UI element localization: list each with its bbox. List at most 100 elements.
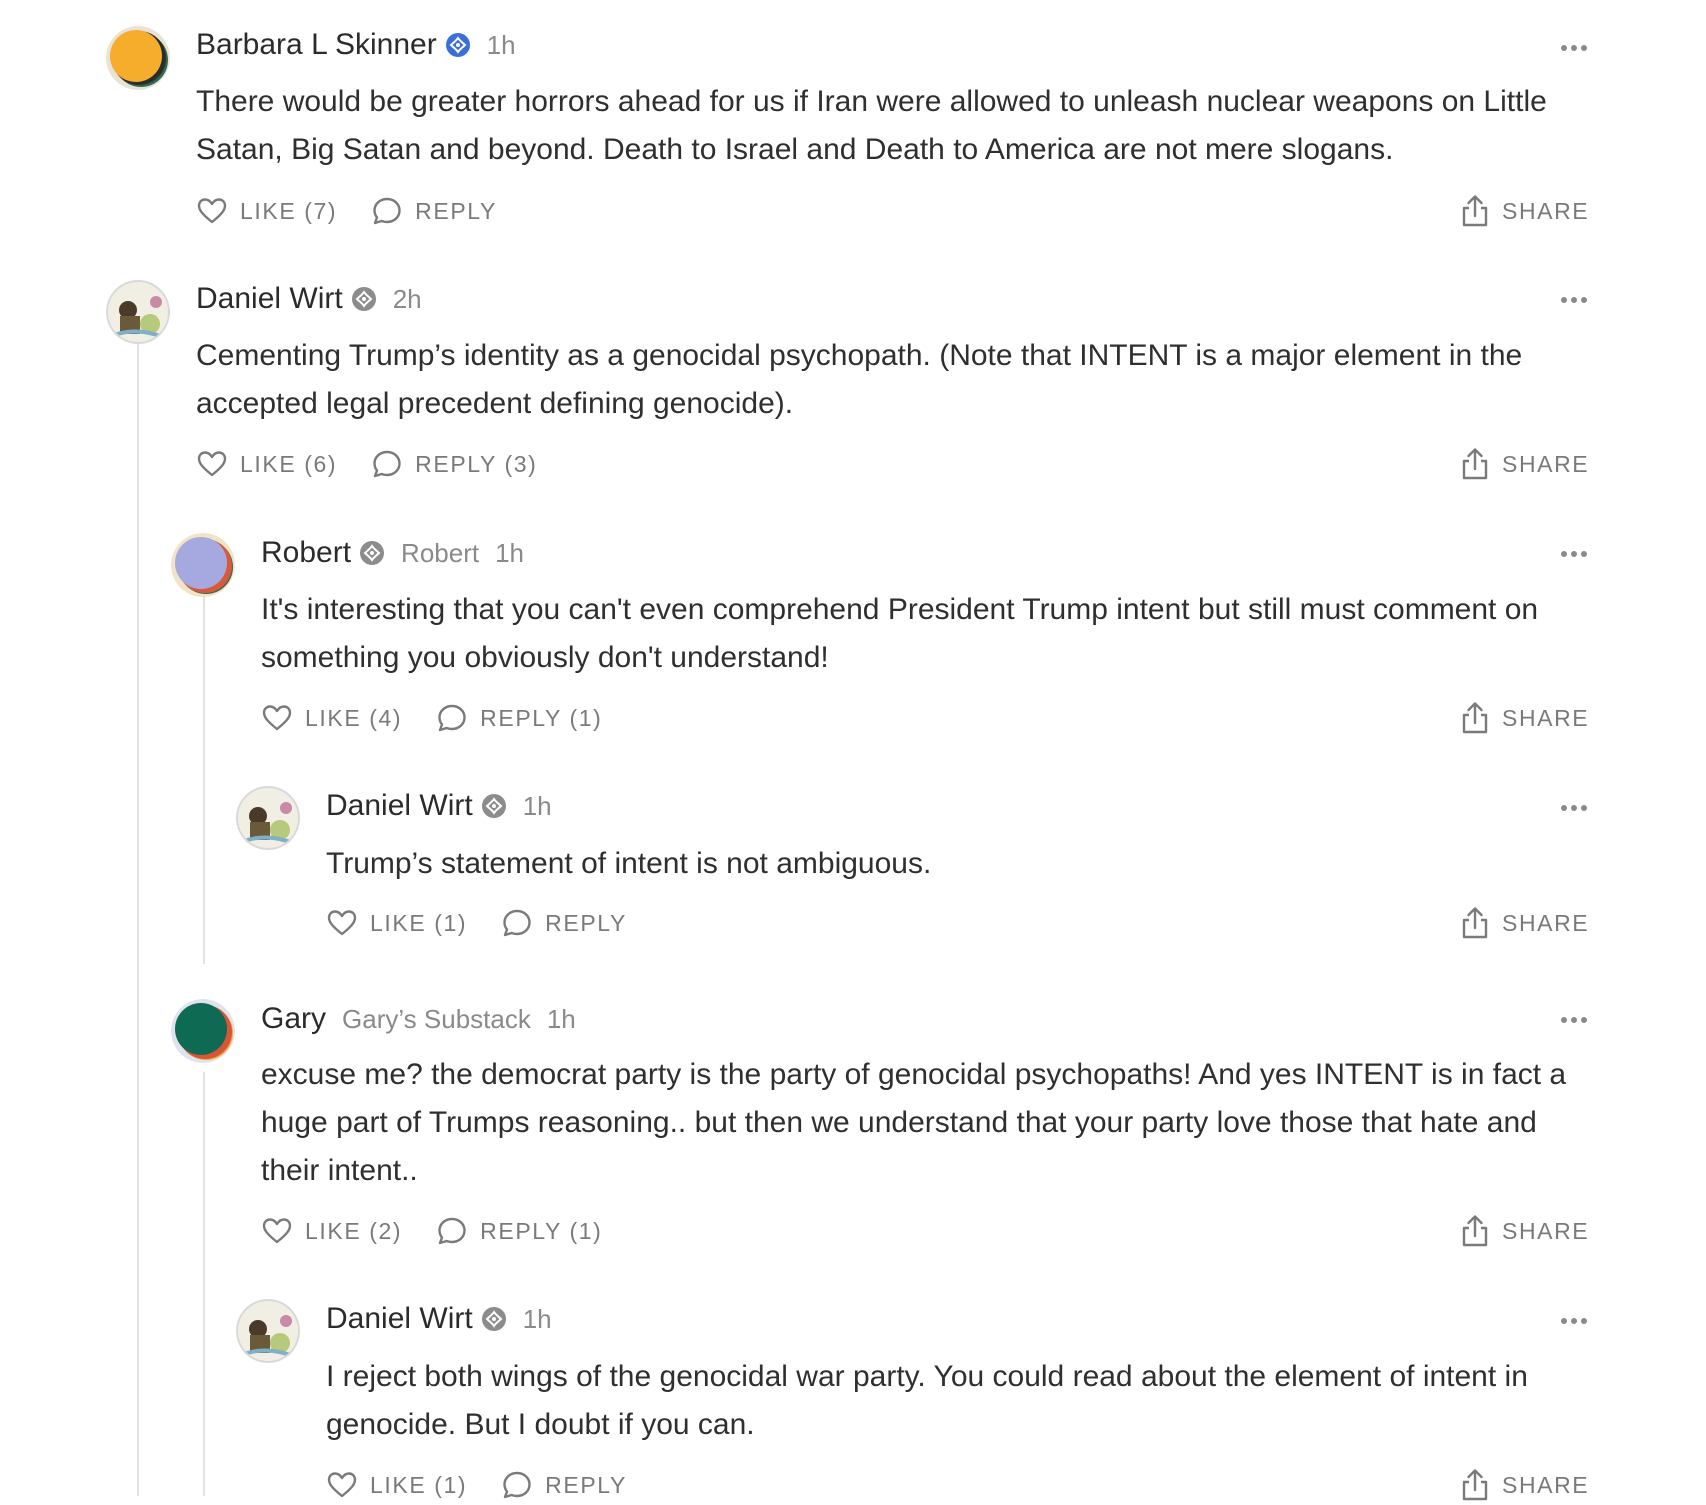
share-label: SHARE bbox=[1502, 450, 1590, 477]
reply-label: REPLY (3) bbox=[415, 450, 538, 477]
more-options-icon[interactable] bbox=[1556, 1309, 1592, 1333]
share-icon bbox=[1460, 447, 1490, 481]
heart-icon bbox=[196, 448, 228, 480]
like-label: LIKE (7) bbox=[240, 197, 338, 224]
reply-bubble-icon bbox=[436, 702, 468, 734]
photo-avatar-icon bbox=[236, 786, 300, 850]
reply-label: REPLY (1) bbox=[480, 704, 603, 731]
more-options-icon[interactable] bbox=[1556, 796, 1592, 820]
share-label: SHARE bbox=[1502, 1471, 1590, 1498]
avatar[interactable] bbox=[106, 26, 170, 90]
thread-line-robert bbox=[203, 596, 205, 964]
reply-bubble-icon bbox=[501, 907, 533, 939]
heart-icon bbox=[261, 702, 293, 734]
share-icon bbox=[1460, 1214, 1490, 1248]
heart-icon bbox=[261, 1215, 293, 1247]
timestamp[interactable]: 1h bbox=[523, 791, 552, 822]
reply-button[interactable]: REPLY bbox=[501, 1469, 627, 1501]
like-label: LIKE (6) bbox=[240, 450, 338, 477]
heart-icon bbox=[326, 907, 358, 939]
like-button[interactable]: LIKE (1) bbox=[326, 1469, 467, 1501]
share-button[interactable]: SHARE bbox=[1460, 447, 1589, 481]
share-button[interactable]: SHARE bbox=[1460, 906, 1589, 940]
share-label: SHARE bbox=[1502, 1217, 1590, 1244]
reply-label: REPLY bbox=[415, 197, 497, 224]
thread-line-root bbox=[137, 320, 139, 1496]
photo-avatar-icon bbox=[106, 280, 170, 344]
share-label: SHARE bbox=[1502, 909, 1590, 936]
like-button[interactable]: LIKE (4) bbox=[261, 702, 402, 734]
comment-body: I reject both wings of the genocidal war… bbox=[326, 1360, 1528, 1441]
reply-button[interactable]: REPLY (1) bbox=[436, 702, 602, 734]
more-options-icon[interactable] bbox=[1556, 542, 1592, 566]
share-button[interactable]: SHARE bbox=[1460, 194, 1589, 228]
like-button[interactable]: LIKE (7) bbox=[196, 195, 337, 227]
more-options-icon[interactable] bbox=[1556, 1008, 1592, 1032]
reply-label: REPLY bbox=[545, 909, 627, 936]
author-name[interactable]: Daniel Wirt bbox=[326, 789, 473, 823]
timestamp[interactable]: 1h bbox=[487, 30, 516, 61]
subscriber-badge-icon bbox=[481, 1306, 507, 1332]
author-name[interactable]: Daniel Wirt bbox=[326, 1302, 473, 1336]
share-icon bbox=[1460, 701, 1490, 735]
reply-bubble-icon bbox=[371, 448, 403, 480]
reply-bubble-icon bbox=[501, 1469, 533, 1501]
publication-name[interactable]: Robert bbox=[401, 538, 479, 569]
share-icon bbox=[1460, 194, 1490, 228]
like-label: LIKE (4) bbox=[305, 704, 403, 731]
photo-avatar-icon bbox=[236, 1299, 300, 1363]
like-label: LIKE (1) bbox=[370, 909, 468, 936]
avatar[interactable] bbox=[171, 999, 235, 1063]
like-button[interactable]: LIKE (1) bbox=[326, 907, 467, 939]
author-name[interactable]: Barbara L Skinner bbox=[196, 28, 437, 62]
share-icon bbox=[1460, 1468, 1490, 1502]
subscriber-badge-icon bbox=[481, 793, 507, 819]
comment-body: Trump’s statement of intent is not ambig… bbox=[326, 847, 932, 880]
reply-label: REPLY (1) bbox=[480, 1217, 603, 1244]
thread-line-gary bbox=[203, 1072, 205, 1496]
author-name[interactable]: Robert bbox=[261, 536, 351, 570]
reply-button[interactable]: REPLY (3) bbox=[371, 448, 537, 480]
share-label: SHARE bbox=[1502, 704, 1590, 731]
like-label: LIKE (2) bbox=[305, 1217, 403, 1244]
reply-label: REPLY bbox=[545, 1471, 627, 1498]
verified-badge-icon bbox=[445, 32, 471, 58]
comment-body: Cementing Trump’s identity as a genocida… bbox=[196, 339, 1523, 420]
comment-body: excuse me? the democrat party is the par… bbox=[261, 1058, 1567, 1187]
like-button[interactable]: LIKE (2) bbox=[261, 1215, 402, 1247]
timestamp[interactable]: 2h bbox=[393, 284, 422, 315]
avatar[interactable] bbox=[106, 280, 170, 344]
avatar[interactable] bbox=[171, 533, 235, 597]
comment-body: It's interesting that you can't even com… bbox=[261, 593, 1539, 674]
share-button[interactable]: SHARE bbox=[1460, 1468, 1589, 1502]
author-name[interactable]: Gary bbox=[261, 1002, 326, 1036]
comment-body: There would be greater horrors ahead for… bbox=[196, 85, 1547, 166]
share-button[interactable]: SHARE bbox=[1460, 701, 1589, 735]
reply-button[interactable]: REPLY bbox=[501, 907, 627, 939]
subscriber-badge-icon bbox=[359, 540, 385, 566]
timestamp[interactable]: 1h bbox=[547, 1004, 576, 1035]
avatar[interactable] bbox=[236, 1299, 300, 1363]
author-name[interactable]: Daniel Wirt bbox=[196, 282, 343, 316]
lavender-circle-avatar-icon bbox=[171, 533, 235, 597]
publication-name[interactable]: Gary’s Substack bbox=[342, 1004, 531, 1035]
timestamp[interactable]: 1h bbox=[523, 1304, 552, 1335]
green-circle-avatar-icon bbox=[171, 999, 235, 1063]
more-options-icon[interactable] bbox=[1556, 36, 1592, 60]
share-button[interactable]: SHARE bbox=[1460, 1214, 1589, 1248]
subscriber-badge-icon bbox=[351, 286, 377, 312]
heart-icon bbox=[326, 1469, 358, 1501]
like-label: LIKE (1) bbox=[370, 1471, 468, 1498]
reply-button[interactable]: REPLY bbox=[371, 195, 497, 227]
reply-bubble-icon bbox=[371, 195, 403, 227]
avatar[interactable] bbox=[236, 786, 300, 850]
timestamp[interactable]: 1h bbox=[495, 538, 524, 569]
orange-circle-avatar-icon bbox=[106, 26, 170, 90]
share-icon bbox=[1460, 906, 1490, 940]
share-label: SHARE bbox=[1502, 197, 1590, 224]
like-button[interactable]: LIKE (6) bbox=[196, 448, 337, 480]
reply-button[interactable]: REPLY (1) bbox=[436, 1215, 602, 1247]
reply-bubble-icon bbox=[436, 1215, 468, 1247]
heart-icon bbox=[196, 195, 228, 227]
more-options-icon[interactable] bbox=[1556, 288, 1592, 312]
